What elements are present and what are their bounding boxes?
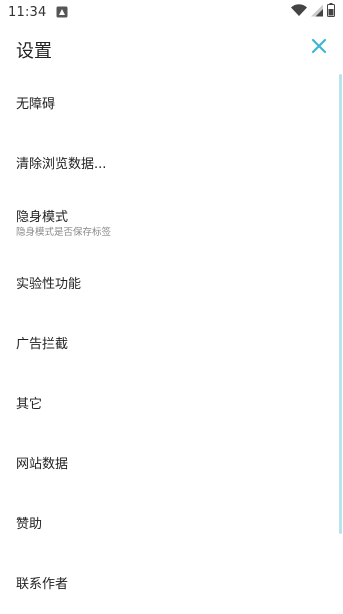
status-time: 11:34: [8, 4, 47, 20]
scrollbar[interactable]: [339, 74, 342, 534]
close-icon: [311, 38, 327, 58]
settings-item-label: 广告拦截: [16, 336, 69, 352]
status-bar: 11:34: [0, 0, 343, 24]
settings-header: 设置: [0, 24, 343, 74]
settings-item-other[interactable]: 其它: [0, 374, 343, 434]
settings-item-contact-author[interactable]: 联系作者: [0, 554, 343, 614]
settings-item-incognito-mode[interactable]: 隐身模式 隐身模式是否保存标签: [0, 194, 343, 254]
cell-signal-icon: [311, 4, 323, 21]
battery-icon: [327, 3, 335, 21]
settings-item-accessibility[interactable]: 无障碍: [0, 74, 343, 134]
close-button[interactable]: [307, 36, 331, 60]
settings-item-experimental-features[interactable]: 实验性功能: [0, 254, 343, 314]
settings-item-sponsor[interactable]: 赞助: [0, 494, 343, 554]
settings-item-label: 清除浏览数据...: [16, 156, 107, 172]
settings-item-label: 实验性功能: [16, 276, 82, 292]
settings-item-description: 隐身模式是否保存标签: [16, 227, 112, 238]
settings-item-label: 无障碍: [16, 96, 56, 112]
status-icons: [291, 3, 335, 21]
page-title: 设置: [16, 41, 52, 62]
settings-item-site-data[interactable]: 网站数据: [0, 434, 343, 494]
settings-item-label: 其它: [16, 396, 43, 412]
settings-item-label: 网站数据: [16, 456, 69, 472]
wifi-icon: [291, 3, 307, 21]
settings-item-label: 赞助: [16, 516, 43, 532]
settings-item-clear-browsing-data[interactable]: 清除浏览数据...: [0, 134, 343, 194]
settings-list: 无障碍 清除浏览数据... 隐身模式 隐身模式是否保存标签 实验性功能 广告拦截…: [0, 74, 343, 614]
settings-item-label: 隐身模式: [16, 210, 69, 225]
settings-item-ad-blocking[interactable]: 广告拦截: [0, 314, 343, 374]
settings-item-label: 联系作者: [16, 576, 69, 592]
notification-icon: [56, 6, 68, 18]
